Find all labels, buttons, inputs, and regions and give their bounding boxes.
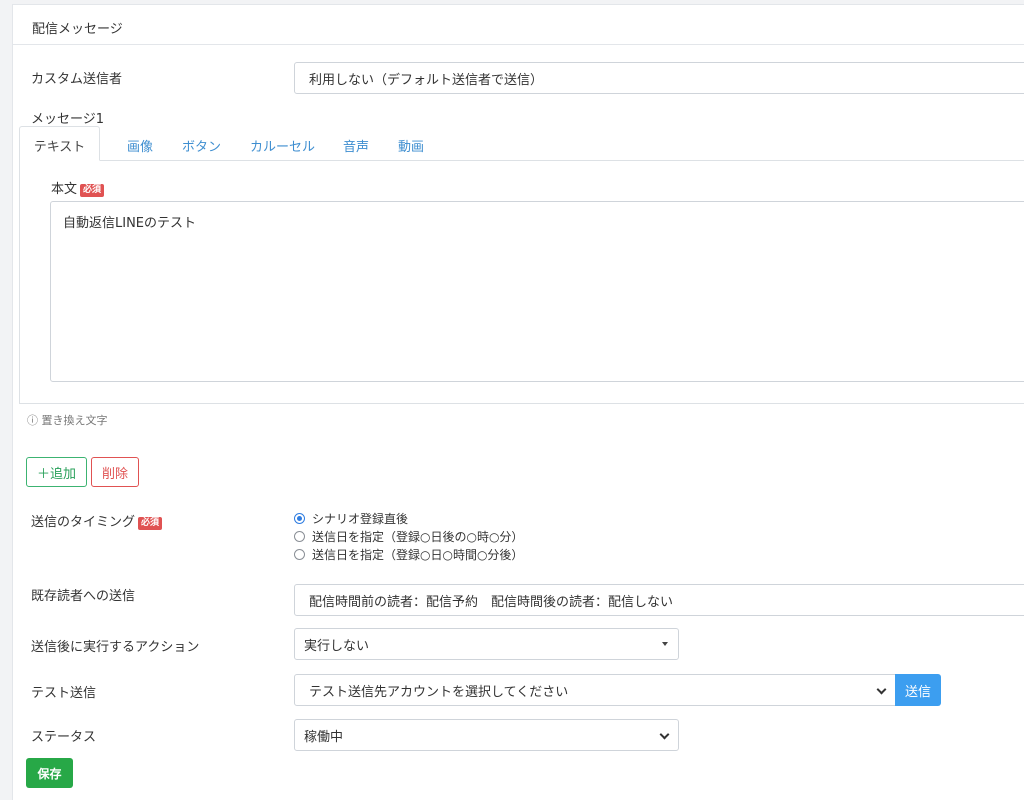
status-select[interactable]: 稼働中 — [294, 719, 679, 751]
replacement-text-hint[interactable]: ⓘ 置き換え文字 — [27, 412, 108, 428]
tab-button[interactable]: ボタン — [182, 136, 221, 155]
body-label: 本文 — [51, 182, 78, 197]
message-heading: メッセージ1 — [31, 112, 105, 127]
caret-down-icon — [662, 642, 668, 646]
timing-required-badge: 必須 — [138, 517, 163, 530]
save-button[interactable]: 保存 — [26, 758, 73, 788]
test-send-label: テスト送信 — [31, 686, 97, 701]
status-label: ステータス — [31, 730, 97, 745]
test-send-value: テスト送信先アカウントを選択してください — [309, 684, 569, 700]
post-action-value: 実行しない — [304, 638, 370, 654]
timing-option-immediate[interactable]: シナリオ登録直後 — [294, 510, 408, 527]
timing-option-label: シナリオ登録直後 — [312, 512, 409, 526]
existing-readers-select[interactable]: 配信時間前の読者：配信予約 配信時間後の読者：配信しない — [294, 584, 1024, 616]
tab-text[interactable]: テキスト — [19, 126, 100, 161]
tab-video[interactable]: 動画 — [398, 136, 424, 155]
test-send-select[interactable]: テスト送信先アカウントを選択してください — [294, 674, 896, 706]
body-label-row: 本文 必須 — [51, 178, 105, 197]
radio-checked-icon[interactable] — [294, 513, 305, 524]
card-title: 配信メッセージ — [32, 22, 123, 37]
tab-image[interactable]: 画像 — [127, 136, 153, 155]
custom-sender-select[interactable]: 利用しない（デフォルト送信者で送信） — [294, 62, 1024, 94]
custom-sender-value: 利用しない（デフォルト送信者で送信） — [309, 72, 544, 88]
tab-carousel[interactable]: カルーセル — [250, 136, 315, 155]
body-text: 自動返信LINEのテスト — [63, 216, 197, 231]
test-send-button[interactable]: 送信 — [895, 674, 941, 706]
tab-audio[interactable]: 音声 — [343, 136, 369, 155]
timing-option-date-offset[interactable]: 送信日を指定（登録○日○時間○分後） — [294, 546, 523, 563]
required-badge: 必須 — [80, 184, 105, 197]
timing-option-label: 送信日を指定（登録○日後の○時○分） — [312, 530, 524, 544]
existing-readers-label: 既存読者への送信 — [31, 589, 136, 604]
post-action-label: 送信後に実行するアクション — [31, 640, 200, 655]
card-header: 配信メッセージ — [13, 5, 1024, 45]
chevron-down-icon — [876, 684, 887, 695]
timing-label-row: 送信のタイミング 必須 — [31, 511, 163, 530]
existing-readers-value: 配信時間前の読者：配信予約 配信時間後の読者：配信しない — [309, 594, 674, 610]
delete-button[interactable]: 削除 — [91, 457, 139, 487]
chevron-down-icon — [659, 729, 670, 740]
timing-label: 送信のタイミング — [31, 515, 136, 530]
add-button[interactable]: ＋追加 — [26, 457, 87, 487]
status-value: 稼働中 — [304, 729, 344, 745]
body-textarea[interactable]: 自動返信LINEのテスト — [50, 201, 1024, 382]
custom-sender-label: カスタム送信者 — [31, 72, 123, 87]
post-action-select[interactable]: 実行しない — [294, 628, 679, 660]
timing-option-date-time[interactable]: 送信日を指定（登録○日後の○時○分） — [294, 528, 523, 545]
radio-unchecked-icon[interactable] — [294, 531, 305, 542]
radio-unchecked-icon[interactable] — [294, 549, 305, 560]
timing-option-label: 送信日を指定（登録○日○時間○分後） — [312, 548, 524, 562]
